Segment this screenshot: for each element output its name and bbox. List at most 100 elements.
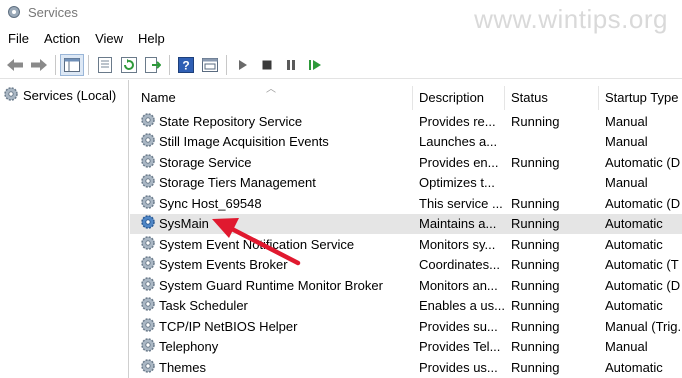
service-gear-icon (140, 317, 156, 336)
service-startup-type: Manual (605, 113, 648, 129)
service-name-cell: System Events Broker (130, 255, 413, 274)
service-name: Themes (159, 359, 206, 375)
export-list-icon[interactable] (141, 54, 165, 76)
column-header-startup-type[interactable]: Startup Type (599, 86, 682, 110)
service-gear-icon (140, 214, 156, 233)
service-startup-type: Automatic (605, 236, 663, 252)
menu-view[interactable]: View (87, 31, 130, 46)
service-description: This service ... (419, 195, 503, 211)
service-description: Coordinates... (419, 257, 500, 273)
service-name: Task Scheduler (159, 298, 248, 314)
console-view-icon[interactable] (198, 54, 222, 76)
back-icon[interactable] (3, 54, 27, 76)
service-name-cell: System Guard Runtime Monitor Broker (130, 276, 413, 295)
table-row[interactable]: Storage Tiers Management Optimizes t... Ma… (130, 173, 682, 194)
stop-service-icon[interactable] (255, 54, 279, 76)
service-name-cell: Storage Service (130, 153, 413, 172)
service-description: Maintains a... (419, 216, 497, 232)
service-status: Running (511, 339, 560, 355)
table-row[interactable]: Storage Service Provides en... Running Auto… (130, 152, 682, 173)
restart-service-icon[interactable] (303, 54, 327, 76)
column-header-label: Name (141, 90, 176, 105)
service-name: System Event Notification Service (159, 236, 355, 252)
service-gear-icon (140, 296, 156, 315)
table-row[interactable]: TCP/IP NetBIOS Helper Provides su... Runni… (130, 316, 682, 337)
service-startup-type: Automatic (605, 216, 663, 232)
service-name-cell: Themes (130, 358, 413, 377)
sort-arrow-icon: ︿ (266, 84, 276, 95)
service-name-cell: Task Scheduler (130, 296, 413, 315)
table-row[interactable]: State Repository Service Provides re... Ru… (130, 111, 682, 132)
service-startup-type: Manual (605, 175, 648, 191)
column-header-status[interactable]: Status (505, 86, 599, 110)
service-name: Still Image Acquisition Events (159, 134, 329, 150)
column-header-description[interactable]: Description (413, 86, 505, 110)
svg-text:?: ? (182, 59, 189, 73)
service-gear-icon (140, 337, 156, 356)
service-name-cell: Storage Tiers Management (130, 173, 413, 192)
menu-file[interactable]: File (0, 31, 36, 46)
service-gear-icon (140, 112, 156, 131)
table-row[interactable]: System Events Broker Coordinates... Runnin… (130, 255, 682, 276)
menu-bar: File Action View Help (0, 27, 682, 49)
toolbar: ? (0, 52, 682, 79)
service-name-cell: TCP/IP NetBIOS Helper (130, 317, 413, 336)
service-description: Monitors an... (419, 277, 498, 293)
refresh-icon[interactable] (117, 54, 141, 76)
service-status: Running (511, 257, 560, 273)
column-header-row: ︿ Name Description Status Startup Type (130, 84, 682, 110)
service-name-cell: SysMain (130, 214, 413, 233)
menu-action[interactable]: Action (36, 31, 87, 46)
service-description: Provides su... (419, 318, 498, 334)
service-startup-type: Automatic (605, 298, 663, 314)
service-description: Enables a us... (419, 298, 505, 314)
table-row[interactable]: SysMain Maintains a... Running Automatic (130, 213, 682, 234)
service-gear-icon (140, 194, 156, 213)
service-name: Sync Host_69548 (159, 195, 262, 211)
table-row[interactable]: Still Image Acquisition Events Launches a… (130, 132, 682, 153)
table-row[interactable]: System Guard Runtime Monitor Broker Monit… (130, 275, 682, 296)
help-icon[interactable]: ? (174, 54, 198, 76)
service-description: Provides re... (419, 113, 496, 129)
pause-service-icon[interactable] (279, 54, 303, 76)
show-hide-tree-icon[interactable] (60, 54, 84, 76)
menu-help[interactable]: Help (130, 31, 172, 46)
window-title: Services (28, 4, 78, 20)
table-row[interactable]: Themes Provides us... Running Automatic (130, 357, 682, 378)
service-status: Running (511, 154, 560, 170)
toolbar-separator (226, 55, 227, 75)
service-name: State Repository Service (159, 113, 303, 129)
table-row[interactable]: Sync Host_69548 This service ... Running Au… (130, 193, 682, 214)
service-startup-type: Automatic (605, 359, 663, 375)
service-startup-type: Manual (Trig. (605, 318, 682, 334)
service-startup-type: Automatic (D (605, 195, 681, 211)
service-name: System Events Broker (159, 257, 288, 273)
service-startup-type: Automatic (D (605, 277, 681, 293)
tree-item-services-local[interactable]: Services (Local) (3, 86, 116, 105)
table-row[interactable]: System Event Notification Service Monitor… (130, 234, 682, 255)
column-header-name[interactable]: ︿ Name (130, 84, 413, 110)
service-status: Running (511, 277, 560, 293)
gear-icon (3, 86, 19, 105)
service-name-cell: Sync Host_69548 (130, 194, 413, 213)
start-service-icon[interactable] (231, 54, 255, 76)
service-gear-icon (140, 235, 156, 254)
service-description: Provides us... (419, 359, 498, 375)
table-row[interactable]: Telephony Provides Tel... Running Manual (130, 337, 682, 358)
service-gear-icon (140, 153, 156, 172)
service-startup-type: Manual (605, 339, 648, 355)
service-name: Storage Service (159, 154, 252, 170)
service-description: Provides Tel... (419, 339, 501, 355)
services-rows: State Repository Service Provides re... Ru… (130, 111, 682, 378)
service-status: Running (511, 318, 560, 334)
services-list: ︿ Name Description Status Startup Type S… (130, 80, 682, 378)
properties-icon[interactable] (93, 54, 117, 76)
service-status: Running (511, 216, 560, 232)
table-row[interactable]: Task Scheduler Enables a us... Running Auto… (130, 296, 682, 317)
service-gear-icon (140, 132, 156, 151)
forward-icon[interactable] (27, 54, 51, 76)
service-name: Storage Tiers Management (159, 175, 316, 191)
service-description: Launches a... (419, 134, 498, 150)
toolbar-separator (169, 55, 170, 75)
service-startup-type: Automatic (T (605, 257, 679, 273)
